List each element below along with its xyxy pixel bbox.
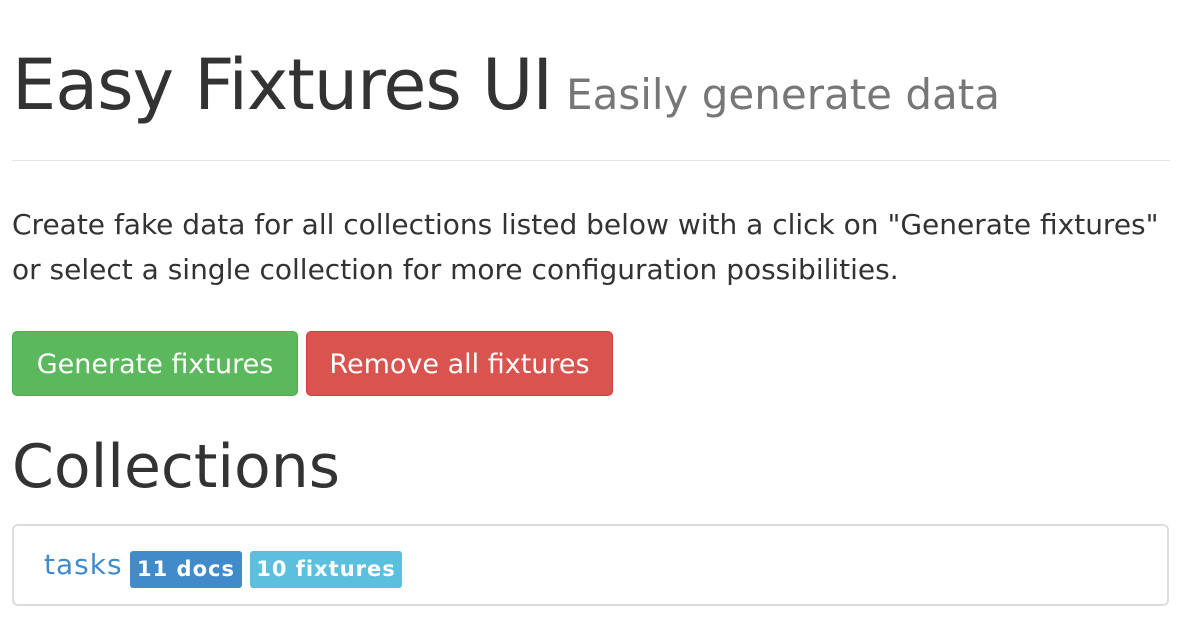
page: Easy Fixtures UI Easily generate data Cre… xyxy=(0,0,1184,632)
collections-heading: Collections xyxy=(12,432,341,502)
intro-text: Create fake data for all collections lis… xyxy=(12,208,1159,286)
collections-panel: tasks 11 docs 10 fixtures xyxy=(12,524,1169,606)
page-header: Easy Fixtures UI Easily generate data xyxy=(12,44,1000,126)
remove-all-fixtures-button[interactable]: Remove all fixtures xyxy=(306,331,613,396)
collection-link-tasks[interactable]: tasks xyxy=(44,548,123,581)
generate-fixtures-button[interactable]: Generate fixtures xyxy=(12,331,298,396)
docs-count-badge: 11 docs xyxy=(130,551,242,588)
page-subtitle: Easily generate data xyxy=(566,70,1000,119)
page-title: Easy Fixtures UI xyxy=(12,44,553,126)
fixtures-count-badge: 10 fixtures xyxy=(250,551,402,588)
header-divider xyxy=(12,160,1170,161)
